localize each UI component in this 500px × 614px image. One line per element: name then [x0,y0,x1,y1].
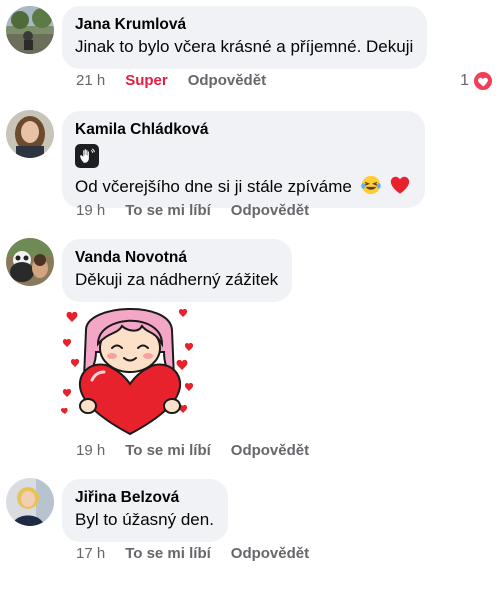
like-button[interactable]: Super [125,72,168,89]
comment-text: Děkuji za nádherný zážitek [75,270,279,289]
laughing-tears-emoji [360,175,381,195]
comment-author[interactable]: Kamila Chládková [75,120,411,140]
comment-time[interactable]: 17 h [76,545,105,562]
comment-bubble: Kamila Chládková Od včerejšího dne si ji… [62,111,426,208]
reply-button[interactable]: Odpovědět [188,72,266,89]
girl-holding-heart-sticker[interactable] [60,300,200,438]
waving-hand-icon [75,144,99,168]
comment-author[interactable]: Jiřina Belzová [75,488,214,508]
comment-text: Byl to úžasný den. [75,510,214,529]
comment-time[interactable]: 19 h [76,442,105,459]
avatar[interactable] [6,478,54,526]
avatar[interactable] [6,110,54,158]
like-button[interactable]: To se mi líbí [125,202,211,219]
comment-bubble: Jiřina Belzová Byl to úžasný den. [62,479,228,542]
reaction-summary[interactable]: 1 [460,70,494,92]
avatar[interactable] [6,6,54,54]
comment-time[interactable]: 21 h [76,72,105,89]
comment-text: Od včerejšího dne si ji stále zpíváme [75,177,352,196]
like-button[interactable]: To se mi líbí [125,545,211,562]
comment-actions: 17 h To se mi líbí Odpovědět [76,545,309,562]
comment-text-line: Od včerejšího dne si ji stále zpíváme [75,174,411,199]
comment-actions: 19 h To se mi líbí Odpovědět [76,202,309,219]
reply-button[interactable]: Odpovědět [231,202,309,219]
comment-text: Jinak to bylo včera krásné a příjemné. D… [75,37,414,56]
reaction-count: 1 [460,72,469,89]
reply-button[interactable]: Odpovědět [231,545,309,562]
avatar[interactable] [6,238,54,286]
comment-actions: 19 h To se mi líbí Odpovědět [76,442,309,459]
reply-button[interactable]: Odpovědět [231,442,309,459]
comment-bubble: Vanda Novotná Děkuji za nádherný zážitek [62,239,293,302]
comment-author[interactable]: Jana Krumlová [75,15,413,35]
comment-author[interactable]: Vanda Novotná [75,248,278,268]
comment-actions: 21 h Super Odpovědět [76,72,266,89]
heart-icon [472,70,494,92]
comment-bubble: Jana Krumlová Jinak to bylo včera krásné… [62,6,428,69]
red-heart-emoji [391,176,410,194]
like-button[interactable]: To se mi líbí [125,442,211,459]
comment-time[interactable]: 19 h [76,202,105,219]
